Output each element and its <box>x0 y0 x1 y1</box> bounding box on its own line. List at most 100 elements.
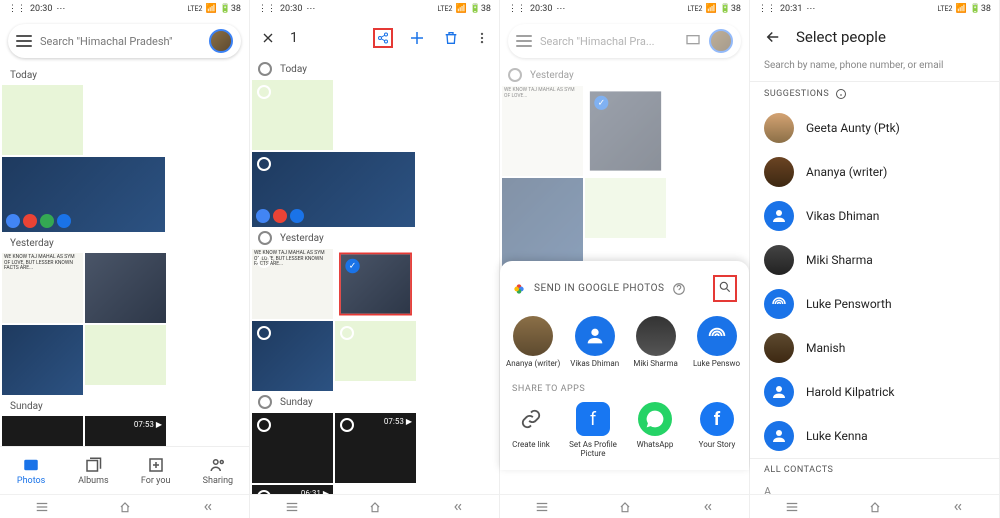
delete-icon[interactable] <box>441 28 461 48</box>
home-icon[interactable] <box>618 500 632 514</box>
photo-thumb-selected[interactable]: ✓ <box>339 253 412 316</box>
nav-photos[interactable]: Photos <box>0 447 62 494</box>
menu-icon[interactable] <box>35 500 49 514</box>
photo-thumb[interactable]: WE KNOW TAJ MAHAL AS SYM OF LOVE, BUT LE… <box>252 249 333 319</box>
person-suggestion[interactable]: Ananya (writer) <box>506 316 560 368</box>
screen-select-people: ⋮⋮20:31⋯ LTE2📶🔋38 Select people Search b… <box>750 0 1000 518</box>
system-nav <box>250 494 499 518</box>
screen-selection: ⋮⋮20:30⋯ LTE2📶🔋38 1 Today Yesterday WE K… <box>250 0 500 518</box>
photo-thumb[interactable] <box>85 325 166 385</box>
menu-icon[interactable] <box>785 500 799 514</box>
nav-foryou[interactable]: For you <box>125 447 187 494</box>
status-bar: ⋮⋮20:30⋯ LTE2📶🔋38 <box>500 0 749 18</box>
suggestions-label: SUGGESTIONS <box>750 81 999 106</box>
contact-item[interactable]: Ananya (writer) <box>750 150 999 194</box>
check-icon: ✓ <box>345 259 359 273</box>
search-bar: Search "Himachal Pra... <box>508 24 741 58</box>
people-row[interactable]: Ananya (writer) Vikas Dhiman Miki Sharma… <box>500 308 749 376</box>
app-story[interactable]: fYour Story <box>688 402 746 458</box>
hamburger-icon <box>516 35 532 47</box>
share-icon[interactable] <box>373 28 393 48</box>
photo-thumb[interactable] <box>252 413 333 483</box>
contact-item[interactable]: Luke Pensworth <box>750 282 999 326</box>
contact-item[interactable]: Manish <box>750 326 999 370</box>
photo-thumb[interactable] <box>252 152 415 227</box>
home-icon[interactable] <box>118 500 132 514</box>
menu-icon[interactable] <box>285 500 299 514</box>
contact-item[interactable]: Vikas Dhiman <box>750 194 999 238</box>
info-icon[interactable] <box>835 88 847 100</box>
contacts-scroll[interactable]: Geeta Aunty (Ptk) Ananya (writer) Vikas … <box>750 106 999 494</box>
alpha-index: A <box>750 481 999 494</box>
photo-thumb[interactable] <box>2 416 83 446</box>
search-input[interactable]: Search by name, phone number, or email <box>750 56 999 81</box>
home-icon[interactable] <box>868 500 882 514</box>
photo-thumb[interactable] <box>335 321 416 381</box>
photo-thumb[interactable]: WE KNOW TAJ MAHAL AS SYM OF LOVE, BUT LE… <box>2 253 83 323</box>
selection-header: 1 <box>250 18 499 58</box>
page-title: Select people <box>796 28 886 46</box>
more-icon[interactable] <box>475 31 489 45</box>
photo-thumb[interactable] <box>252 80 333 150</box>
apps-row: Create link fSet As Profile Picture What… <box>500 398 749 462</box>
contact-item[interactable]: Miki Sharma <box>750 238 999 282</box>
avatar <box>709 29 733 53</box>
system-nav <box>500 494 749 518</box>
system-nav <box>750 494 999 518</box>
help-icon[interactable] <box>672 282 686 296</box>
section-today: Today <box>0 64 249 85</box>
select-all-circle[interactable] <box>258 395 272 409</box>
select-header: Select people <box>750 18 999 56</box>
person-suggestion[interactable]: Luke Penswo <box>690 316 743 368</box>
photo-thumb[interactable] <box>2 85 83 155</box>
select-all-circle[interactable] <box>258 231 272 245</box>
photo-thumb[interactable] <box>2 157 165 232</box>
photo-thumb[interactable] <box>252 321 333 391</box>
screen-photos-main: ⋮⋮20:30⋯ LTE2📶🔋38 Search "Himachal Prade… <box>0 0 250 518</box>
app-whatsapp[interactable]: WhatsApp <box>626 402 684 458</box>
back-icon[interactable] <box>201 500 215 514</box>
apps-label: SHARE TO APPS <box>500 376 749 398</box>
close-icon[interactable] <box>260 30 276 46</box>
bottom-nav: Photos Albums For you Sharing <box>0 446 249 494</box>
nav-sharing[interactable]: Sharing <box>187 447 249 494</box>
selection-count: 1 <box>290 30 359 46</box>
person-suggestion[interactable]: Miki Sharma <box>629 316 682 368</box>
share-sheet: SEND IN GOOGLE PHOTOS Ananya (writer) Vi… <box>500 261 749 470</box>
select-all-circle[interactable] <box>258 62 272 76</box>
photo-thumb[interactable]: 06:31 ▶ <box>252 485 333 494</box>
contact-item[interactable]: Geeta Aunty (Ptk) <box>750 106 999 150</box>
back-icon[interactable] <box>951 500 965 514</box>
nav-albums[interactable]: Albums <box>62 447 124 494</box>
search-bar[interactable]: Search "Himachal Pradesh" <box>8 24 241 58</box>
photo-scroll[interactable]: Today Yesterday WE KNOW TAJ MAHAL AS SYM… <box>0 64 249 446</box>
photo-thumb[interactable]: 07:53 ▶ <box>85 416 166 446</box>
contact-item[interactable]: Harold Kilpatrick <box>750 370 999 414</box>
back-icon[interactable] <box>701 500 715 514</box>
status-bar: ⋮⋮20:30⋯ LTE2📶🔋38 <box>0 0 249 18</box>
avatar[interactable] <box>209 29 233 53</box>
back-icon[interactable] <box>451 500 465 514</box>
search-people-icon[interactable] <box>713 275 737 302</box>
person-suggestion[interactable]: Vikas Dhiman <box>568 316 621 368</box>
status-bar: ⋮⋮20:30⋯ LTE2📶🔋38 <box>250 0 499 18</box>
system-nav <box>0 494 249 518</box>
photo-thumb[interactable] <box>2 325 83 395</box>
photo-thumb[interactable] <box>85 253 166 323</box>
screen-share-sheet: ⋮⋮20:30⋯ LTE2📶🔋38 Search "Himachal Pra..… <box>500 0 750 518</box>
search-placeholder: Search "Himachal Pra... <box>540 35 677 48</box>
home-icon[interactable] <box>368 500 382 514</box>
hamburger-icon[interactable] <box>16 35 32 47</box>
section-sunday: Sunday <box>0 395 249 416</box>
send-label: SEND IN GOOGLE PHOTOS <box>534 283 664 294</box>
app-profile[interactable]: fSet As Profile Picture <box>564 402 622 458</box>
photo-thumb[interactable]: 07:53 ▶ <box>335 413 416 483</box>
photo-scroll[interactable]: Today Yesterday WE KNOW TAJ MAHAL AS SYM… <box>250 58 499 494</box>
menu-icon[interactable] <box>535 500 549 514</box>
back-arrow-icon[interactable] <box>764 28 782 46</box>
status-bar: ⋮⋮20:31⋯ LTE2📶🔋38 <box>750 0 999 18</box>
app-createlink[interactable]: Create link <box>502 402 560 458</box>
contact-item[interactable]: Luke Kenna <box>750 414 999 458</box>
photos-logo-icon <box>512 282 526 296</box>
add-icon[interactable] <box>407 28 427 48</box>
